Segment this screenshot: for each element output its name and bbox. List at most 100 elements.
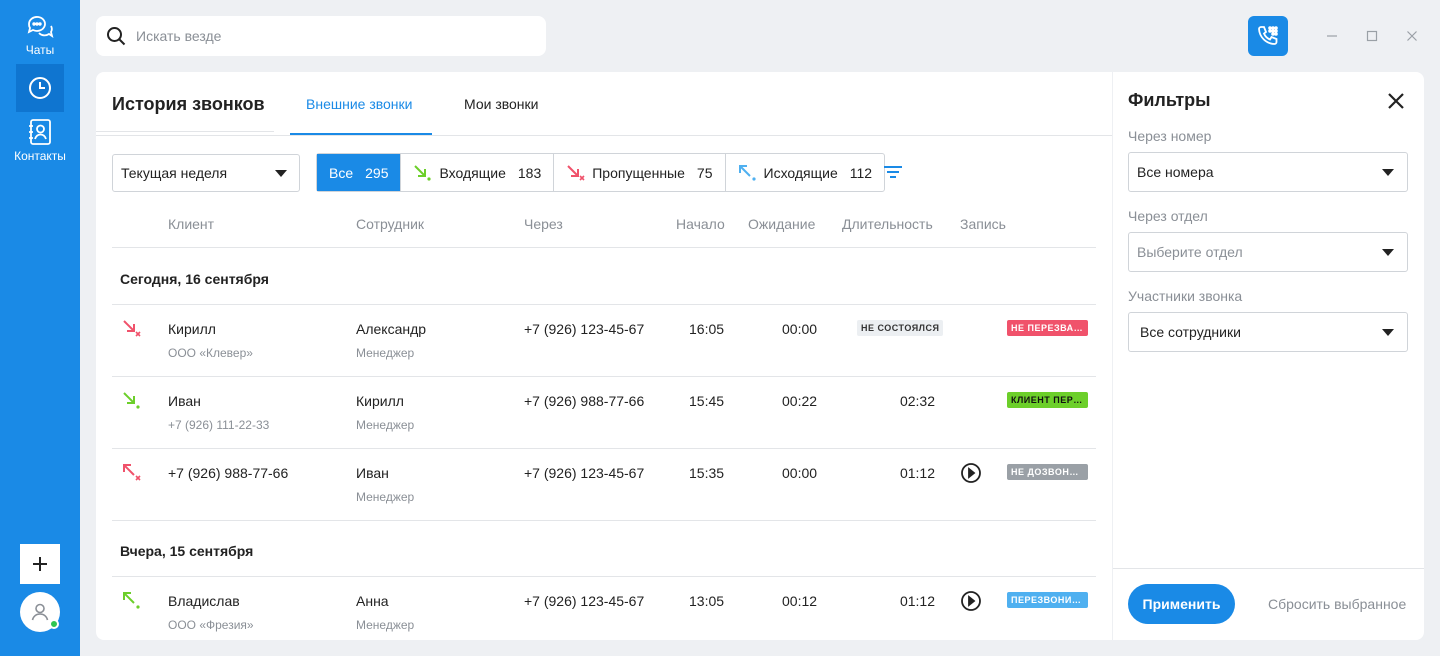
wait-time: 00:12 [782, 593, 818, 609]
client-phone: +7 (926) 111-22-33 [168, 418, 270, 432]
minimize-icon [1327, 35, 1337, 37]
tab-external-calls[interactable]: Внешние звонки [306, 96, 412, 112]
play-record-icon[interactable] [960, 590, 982, 612]
employee-name: Иван [356, 465, 389, 481]
filter-department-select[interactable]: Выберите отдел [1128, 232, 1408, 272]
filters-panel: Фильтры Через номер Все номера Через отд… [1113, 72, 1424, 640]
date-group-header: Вчера, 15 сентября [112, 521, 1096, 577]
segment-label: Входящие [439, 164, 506, 181]
table-row[interactable]: Кирилл ООО «Клевер» Александр Менеджер +… [112, 305, 1096, 377]
segment-label: Исходящие [763, 164, 838, 181]
apply-button[interactable]: Применить [1128, 584, 1235, 624]
tab-my-calls[interactable]: Мои звонки [464, 96, 538, 112]
employee-name: Кирилл [356, 393, 404, 409]
not-happened-tag: НЕ СОСТОЯЛСЯ [857, 320, 944, 336]
start-time: 13:05 [689, 593, 725, 609]
search-bar[interactable] [96, 16, 546, 56]
caret-down-icon [1382, 168, 1394, 176]
search-input[interactable] [136, 28, 516, 44]
client-company: ООО «Клевер» [168, 346, 253, 360]
close-window-button[interactable] [1404, 28, 1420, 44]
via-number: +7 (926) 123-45-67 [524, 321, 645, 337]
column-employee[interactable]: Сотрудник [356, 216, 424, 232]
user-icon [31, 603, 49, 621]
clock-icon [29, 77, 51, 99]
reset-button[interactable]: Сбросить выбранное [1268, 596, 1406, 612]
segment-label: Пропущенные [592, 164, 685, 181]
divider [96, 131, 274, 132]
caret-down-icon [275, 169, 287, 177]
table-header: Клиент Сотрудник Через Начало Ожидание Д… [112, 208, 1096, 248]
maximize-button[interactable] [1364, 28, 1380, 44]
duration: 01:12 [899, 593, 935, 609]
filter-toggle-button[interactable] [881, 162, 905, 182]
filter-number-select[interactable]: Все номера [1128, 152, 1408, 192]
duration: 01:12 [899, 465, 935, 481]
segment-label: Все [329, 164, 354, 181]
status-badge: ПЕРЕЗВОНИЛИ [1007, 592, 1088, 608]
column-start[interactable]: Начало [676, 216, 725, 232]
employee-role: Менеджер [356, 418, 415, 432]
client-company: ООО «Фрезия» [168, 618, 254, 632]
employee-name: Анна [356, 593, 389, 609]
table-row[interactable]: Иван +7 (926) 111-22-33 Кирилл Менеджер … [112, 377, 1096, 449]
play-record-icon[interactable] [960, 462, 982, 484]
minimize-button[interactable] [1324, 28, 1340, 44]
column-wait[interactable]: Ожидание [748, 216, 815, 232]
avatar[interactable] [20, 592, 60, 632]
client-name[interactable]: Владислав [168, 593, 240, 609]
incoming-call-icon [123, 392, 140, 409]
status-badge: НЕ ПЕРЕЗВАНИВАЛИ [1007, 320, 1088, 336]
filter-participants-select[interactable]: Все сотрудники [1128, 312, 1408, 352]
divider [1113, 568, 1424, 569]
wait-time: 00:00 [782, 321, 818, 337]
client-name[interactable]: Кирилл [168, 321, 216, 337]
date-group-header: Сегодня, 16 сентября [112, 249, 1096, 305]
wait-time: 00:00 [782, 465, 818, 481]
sidebar-item-chats[interactable]: Чаты [0, 14, 80, 57]
page-title: История звонков [112, 94, 265, 114]
filter-label-department: Через отдел [1128, 208, 1208, 224]
online-status-dot [49, 619, 59, 629]
column-record[interactable]: Запись [960, 216, 1006, 232]
sidebar-item-label: Чаты [25, 43, 55, 57]
table-row[interactable]: Владислав ООО «Фрезия» Анна Менеджер +7 … [112, 577, 1096, 640]
filters-title: Фильтры [1128, 90, 1211, 110]
segment-all[interactable]: Все 295 [317, 154, 402, 191]
segment-incoming[interactable]: Входящие 183 [401, 154, 555, 191]
client-name[interactable]: Иван [168, 393, 201, 409]
status-badge: КЛИЕНТ ПЕРЕЗВОНИЛ [1007, 392, 1088, 408]
via-number: +7 (926) 123-45-67 [524, 465, 645, 481]
filter-label-participants: Участники звонка [1128, 288, 1243, 304]
filter-icon [884, 166, 902, 178]
close-icon[interactable] [1385, 90, 1407, 112]
sidebar-item-history[interactable] [16, 64, 64, 112]
column-client[interactable]: Клиент [168, 216, 214, 232]
filter-participants-value: Все сотрудники [1140, 324, 1241, 340]
employee-name: Александр [356, 321, 427, 337]
table-row[interactable]: +7 (926) 988-77-66 Иван Менеджер +7 (926… [112, 449, 1096, 521]
sidebar-item-contacts[interactable]: Контакты [0, 118, 80, 163]
caret-down-icon [1382, 248, 1394, 256]
start-time: 16:05 [689, 321, 725, 337]
filter-label-number: Через номер [1128, 128, 1212, 144]
header: История звонков Внешние звонки Мои звонк… [96, 72, 1112, 136]
add-button[interactable] [20, 544, 60, 584]
column-duration[interactable]: Длительность [842, 216, 933, 232]
segment-outgoing[interactable]: Исходящие 112 [726, 154, 885, 191]
missed-icon [566, 164, 586, 182]
segment-missed[interactable]: Пропущенные 75 [554, 154, 726, 191]
client-name[interactable]: +7 (926) 988-77-66 [168, 465, 288, 481]
active-tab-indicator [290, 133, 432, 135]
dialer-button[interactable] [1248, 16, 1288, 56]
filter-department-placeholder: Выберите отдел [1137, 244, 1243, 260]
call-type-filter: Все 295 Входящие 183 Пропущенные 75 Исхо… [316, 153, 886, 192]
contacts-icon [29, 119, 51, 145]
segment-count: 75 [696, 164, 713, 181]
search-icon [107, 27, 126, 46]
start-time: 15:45 [689, 393, 725, 409]
period-select[interactable]: Текущая неделя [112, 154, 300, 192]
date-group-title: Вчера, 15 сентября [120, 543, 254, 559]
column-via[interactable]: Через [524, 216, 563, 232]
missed-call-icon [123, 320, 141, 337]
